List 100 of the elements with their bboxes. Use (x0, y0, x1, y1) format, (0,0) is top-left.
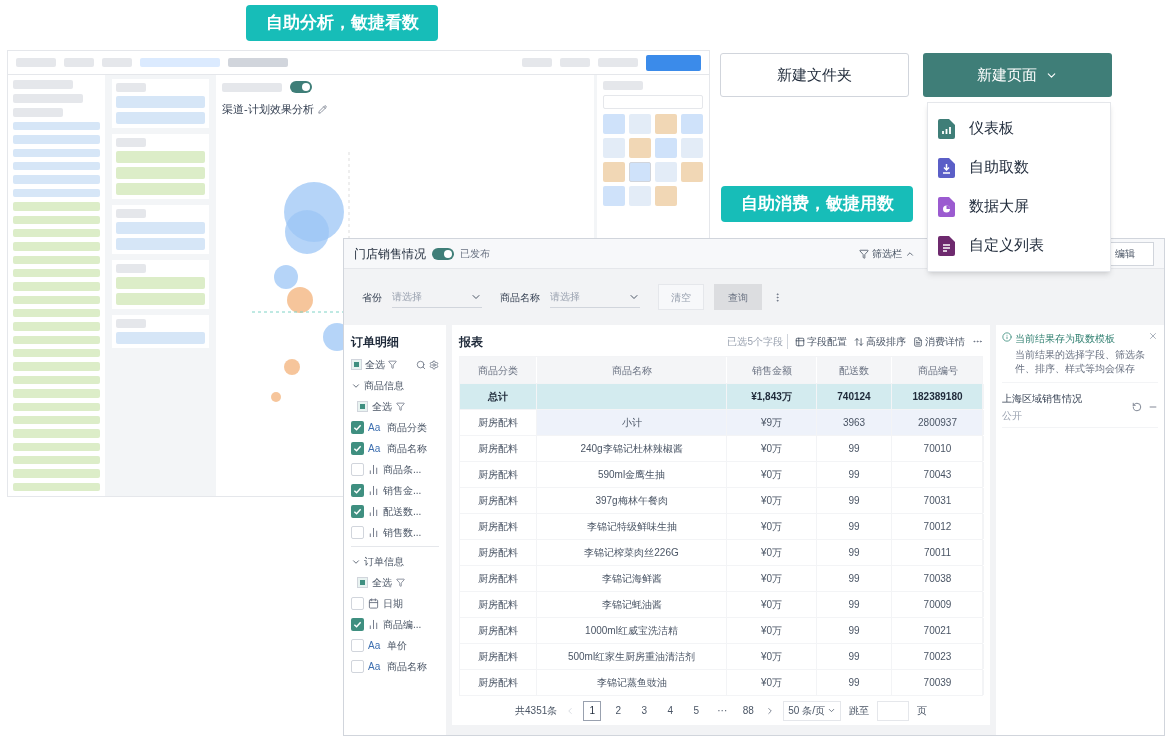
chart-type-tile (603, 138, 625, 158)
menu-item[interactable]: 自助取数 (928, 156, 1110, 179)
skeleton-bar (116, 209, 146, 218)
close-icon[interactable] (1148, 331, 1158, 341)
bar-chart-icon (368, 464, 379, 475)
toolbar-button[interactable]: 高级排序 (854, 334, 906, 350)
chart-type-tile (655, 114, 677, 134)
filter-icon[interactable] (388, 360, 397, 369)
bubble (274, 264, 298, 289)
toggle-switch[interactable] (290, 81, 312, 93)
notice-text: 当前结果的选择字段、筛选条件、排序、样式等均会保存 (1015, 348, 1145, 376)
checkmark-icon (353, 423, 362, 432)
settings-icon[interactable] (429, 359, 439, 370)
skeleton-bar (603, 81, 643, 90)
page-size-select[interactable]: 50 条/页 (783, 700, 841, 721)
table-cell: ¥0万 (727, 670, 817, 696)
template-item[interactable]: 上海区域销售情况 公开 (1002, 387, 1158, 428)
jump-label: 跳至 (848, 704, 869, 719)
chart-type-tile (629, 114, 651, 134)
checkbox[interactable] (351, 421, 364, 434)
refresh-icon[interactable] (1132, 402, 1142, 412)
text-type-icon: Aa (368, 420, 383, 435)
chart-type-tile (681, 138, 703, 158)
skeleton-bar (13, 80, 73, 89)
checkbox[interactable] (351, 618, 364, 631)
chart-type-tile (603, 114, 625, 134)
select-all-label: 全选 (365, 358, 385, 372)
chart-type-tile (629, 162, 651, 182)
checkmark-icon (353, 444, 362, 453)
chart-type-tile (603, 186, 625, 206)
skeleton-bar (116, 319, 146, 328)
table-cell: 70039 (892, 670, 984, 696)
page-button[interactable]: 1 (583, 700, 602, 721)
chart-title: 渠道-计划效果分析 (222, 102, 314, 117)
field-label: 配送数... (383, 505, 422, 519)
page-button[interactable]: ··· (713, 700, 732, 721)
table-icon (795, 336, 805, 347)
checkbox[interactable] (351, 359, 362, 370)
skeleton-bar (16, 58, 56, 67)
table-cell: 李锦记蒸鱼豉油 (537, 670, 727, 696)
new-folder-button[interactable]: 新建文件夹 (720, 53, 909, 97)
field-label: 商品编... (383, 618, 422, 632)
checkbox[interactable] (351, 597, 364, 610)
group-header[interactable]: 商品信息 (351, 378, 439, 393)
checkbox[interactable] (351, 639, 364, 652)
page-input[interactable] (876, 700, 909, 721)
chart-type-tile (655, 138, 677, 158)
field-label: 商品名称 (387, 442, 427, 456)
search-icon[interactable] (416, 359, 426, 370)
checkbox[interactable] (351, 463, 364, 476)
partial-mark-icon (360, 580, 365, 585)
checkbox[interactable] (351, 660, 364, 673)
skeleton-bar (228, 58, 288, 67)
toggle-switch[interactable] (432, 247, 454, 260)
table-cell: 厨房配料 (460, 670, 537, 696)
panel-title: 订单明细 (351, 334, 400, 351)
field-label: 销售金... (383, 484, 422, 498)
page-button[interactable]: 88 (739, 700, 758, 721)
checkmark-icon (353, 486, 362, 495)
bar-chart-icon (368, 619, 379, 630)
bubble (284, 358, 300, 375)
toolbar-button[interactable]: 消费详情 (913, 334, 965, 350)
menu-item[interactable]: 数据大屏 (928, 195, 1110, 218)
checkbox[interactable] (357, 577, 368, 588)
skeleton-bar (116, 264, 146, 273)
window-title: 门店销售情况 (354, 245, 426, 263)
page-button[interactable]: 2 (609, 700, 628, 721)
page-button[interactable]: 4 (661, 700, 680, 721)
toolbar-button[interactable]: 字段配置 (795, 334, 847, 350)
skeleton-bar (598, 58, 638, 67)
filter-icon[interactable] (396, 402, 405, 411)
menu-item[interactable]: 仪表板 (928, 117, 1110, 140)
checkbox[interactable] (351, 442, 364, 455)
query-button[interactable]: 查询 (714, 284, 762, 310)
new-page-button[interactable]: 新建页面 (923, 53, 1112, 97)
bar-chart-icon (368, 527, 379, 538)
checkbox[interactable] (357, 401, 368, 412)
feature-label: 自助消费，敏捷用数 (721, 186, 913, 222)
page-button[interactable]: 3 (635, 700, 654, 721)
chart-type-tile (655, 162, 677, 182)
save-button[interactable] (646, 54, 701, 71)
status-text: 已发布 (460, 247, 490, 261)
document-icon (913, 336, 923, 347)
filter-label: 省份 (362, 290, 382, 305)
filter-bar-toggle[interactable]: 筛选栏 (859, 246, 915, 261)
bubble (285, 209, 329, 254)
partial-mark-icon (354, 362, 359, 367)
checkbox[interactable] (351, 484, 364, 497)
group-header[interactable]: 订单信息 (351, 554, 439, 569)
partial-mark-icon (360, 404, 365, 409)
checkbox[interactable] (351, 526, 364, 539)
chart-type-tile (603, 162, 625, 182)
notice-title: 当前结果存为取数模板 (1015, 332, 1116, 346)
checkbox[interactable] (351, 505, 364, 518)
field-label: 商品名称 (387, 660, 427, 674)
page-button[interactable]: 5 (687, 700, 706, 721)
select-all-label: 全选 (372, 400, 392, 414)
field-label: 商品条... (383, 463, 422, 477)
field-label: 日期 (383, 597, 403, 611)
filter-icon[interactable] (396, 578, 405, 587)
